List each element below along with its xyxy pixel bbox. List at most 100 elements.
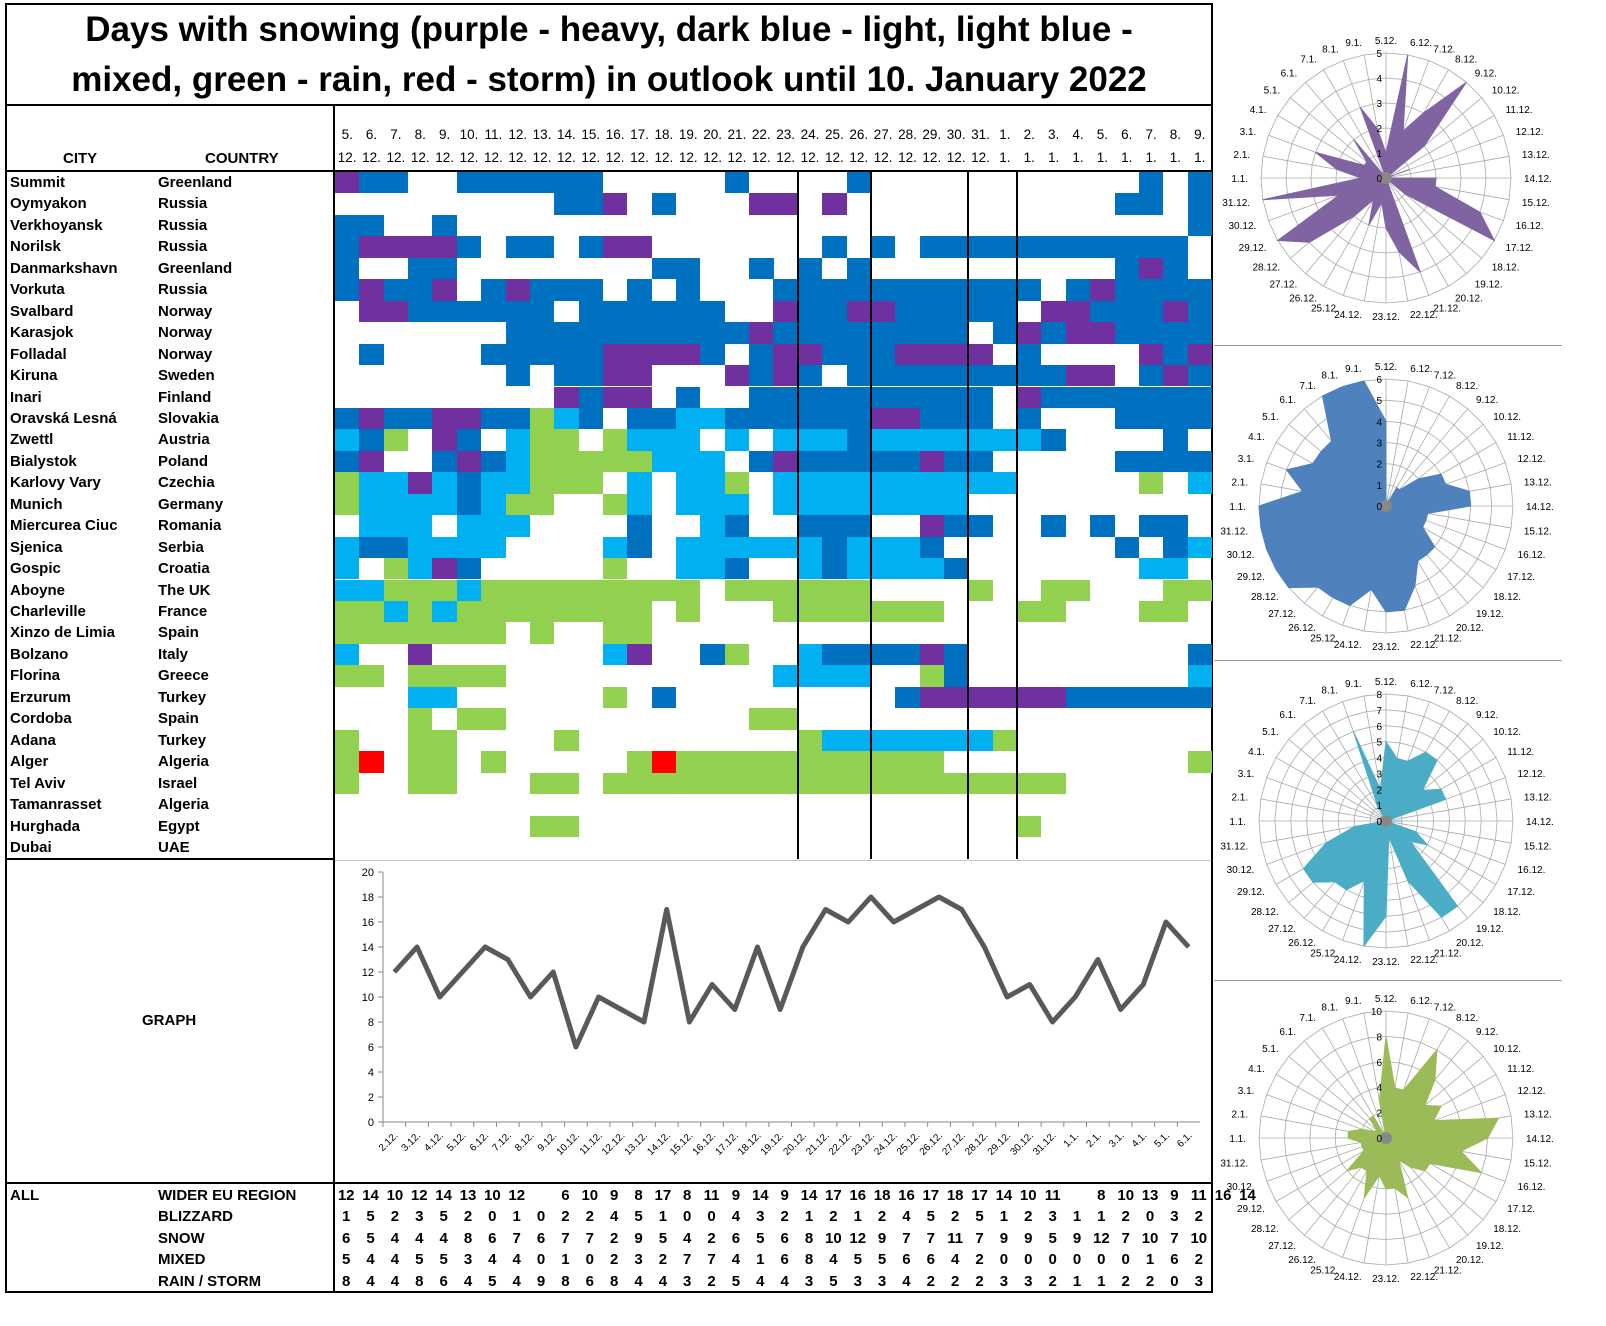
summary-value: 0: [536, 1208, 546, 1226]
y-tick-label: 12: [362, 967, 374, 979]
grid-cell-heavy: [602, 193, 628, 215]
radar-category-label: 27.12.: [1268, 1241, 1296, 1252]
grid-cell-light: [1090, 515, 1115, 537]
radar-category-label: 14.12.: [1524, 174, 1552, 185]
summary-value: 6: [439, 1272, 448, 1290]
grid-cell-rain: [481, 601, 506, 623]
summary-value: 2: [390, 1208, 400, 1226]
radar-category-label: 9.12.: [1476, 1027, 1498, 1038]
grid-cell-light: [1163, 407, 1188, 430]
radar-category-label: 11.12.: [1506, 105, 1533, 116]
summary-value: 10: [1190, 1229, 1208, 1247]
grid-cell-rain: [456, 665, 482, 687]
grid-cell-light: [1187, 365, 1212, 387]
grid-cell-light: [797, 365, 823, 387]
page-title: Days with snowing (purple - heavy, dark …: [5, 3, 1213, 106]
date-header-month: 12.: [435, 150, 455, 165]
city-name: Vorkuta: [10, 281, 65, 299]
date-header-month: 12.: [776, 150, 796, 165]
city-name: Kiruna: [10, 367, 58, 385]
grid-cell-rain: [529, 493, 555, 516]
country-name: Greece: [158, 667, 209, 685]
grid-cell-rain: [481, 665, 506, 687]
grid-cell-light: [1163, 322, 1188, 344]
summary-value: 2: [707, 1272, 716, 1290]
grid-cell-rain: [968, 579, 993, 601]
radar-category-label: 7.12.: [1434, 685, 1456, 696]
grid-cell-heavy: [919, 450, 945, 473]
grid-cell-light: [578, 236, 603, 258]
date-header-day: 29.: [922, 127, 942, 142]
summary-value: 1: [1097, 1208, 1106, 1226]
grid-cell-heavy: [895, 407, 920, 430]
x-tick-label: 13.12.: [623, 1130, 650, 1157]
grid-cell-light: [1138, 450, 1164, 473]
summary-value: 5: [731, 1272, 741, 1290]
grid-cell-rain: [408, 772, 433, 794]
summary-value: 1: [1097, 1272, 1106, 1290]
grid-cell-mixed: [895, 493, 920, 516]
x-tick-label: 14.12.: [645, 1130, 672, 1157]
country-name: Egypt: [158, 817, 200, 835]
grid-cell-mixed: [335, 643, 360, 666]
radar-category-label: 14.12.: [1526, 817, 1554, 828]
x-tick-label: 26.12.: [918, 1130, 945, 1157]
grid-cell-mixed: [797, 536, 823, 559]
radar-category-label: 19.12.: [1476, 1241, 1504, 1252]
grid-cell-light: [1017, 279, 1042, 301]
date-header-day: 8.: [1169, 127, 1182, 142]
grid-cell-mixed: [773, 429, 798, 451]
grid-cell-light: [919, 536, 945, 559]
grid-cell-mixed: [627, 472, 652, 494]
date-header-month: 1.: [1194, 150, 1206, 165]
date-header-day: 9.: [1194, 127, 1206, 142]
date-header-day: 6.: [1121, 127, 1133, 142]
grid-cell-heavy: [1041, 686, 1066, 709]
date-header-day: 12.: [508, 127, 528, 142]
grid-cell-mixed: [944, 472, 969, 494]
summary-value: 4: [488, 1251, 497, 1269]
radar-category-label: 26.12.: [1289, 294, 1317, 305]
radar-category-label: 13.12.: [1524, 1110, 1552, 1121]
grid-cell-light: [1065, 279, 1091, 301]
radar-category-label: 28.12.: [1251, 1224, 1279, 1235]
date-header-month: 1.: [1121, 150, 1133, 165]
summary-value: 1: [804, 1208, 814, 1226]
grid-cell-mixed: [676, 493, 701, 516]
grid-cell-mixed: [1138, 558, 1164, 580]
country-name: Spain: [158, 710, 199, 728]
radar-category-label: 2.1.: [1231, 1110, 1248, 1121]
grid-cell-rain: [1017, 815, 1042, 837]
radar-category-label: 12.12.: [1518, 769, 1546, 780]
grid-cell-rain: [335, 665, 360, 687]
grid-cell-heavy: [1090, 365, 1115, 387]
grid-cell-light: [1138, 193, 1164, 215]
grid-cell-light: [1017, 407, 1042, 430]
grid-cell-mixed: [432, 686, 457, 709]
radar-category-label: 6.12.: [1410, 364, 1432, 375]
radar-tick-label: 6: [1376, 722, 1382, 733]
radar-tick-label: 5: [1376, 49, 1382, 60]
grid-cell-light: [724, 558, 750, 580]
radar-tick-label: 3: [1376, 439, 1382, 450]
grid-cell-light: [554, 193, 579, 215]
y-tick-label: 4: [368, 1067, 374, 1079]
radar-category-label: 15.12.: [1524, 841, 1552, 852]
summary-value: 8: [804, 1229, 814, 1247]
radar-category-label: 11.12.: [1507, 1064, 1534, 1075]
grid-cell-rain: [724, 643, 750, 666]
x-tick-label: 27.12.: [940, 1130, 967, 1157]
grid-cell-light: [529, 172, 555, 194]
grid-cell-light: [627, 322, 652, 344]
country-name: Sweden: [158, 367, 215, 385]
radar-chart-mixed: 0 1 2 3 4 5 6 7 8 5.12. 6.12.7.12.8.12. 9.12. 10.12.…: [1214, 660, 1562, 968]
series-line: [392, 894, 1191, 1050]
radar-tick-label: 1: [1376, 481, 1382, 492]
grid-cell-mixed: [408, 558, 433, 580]
radar-category-label: 6.1.: [1281, 68, 1298, 79]
summary-value: 3: [463, 1251, 473, 1269]
radar-chart-blizzard: 0 1 2 3 4 5 5.12. 6.12.7.12.8.12. 9.12. 10.12. 11.…: [1222, 36, 1552, 323]
country-name: Slovakia: [158, 409, 219, 427]
country-name: Norway: [158, 345, 213, 363]
grid-cell-rain: [456, 708, 482, 730]
